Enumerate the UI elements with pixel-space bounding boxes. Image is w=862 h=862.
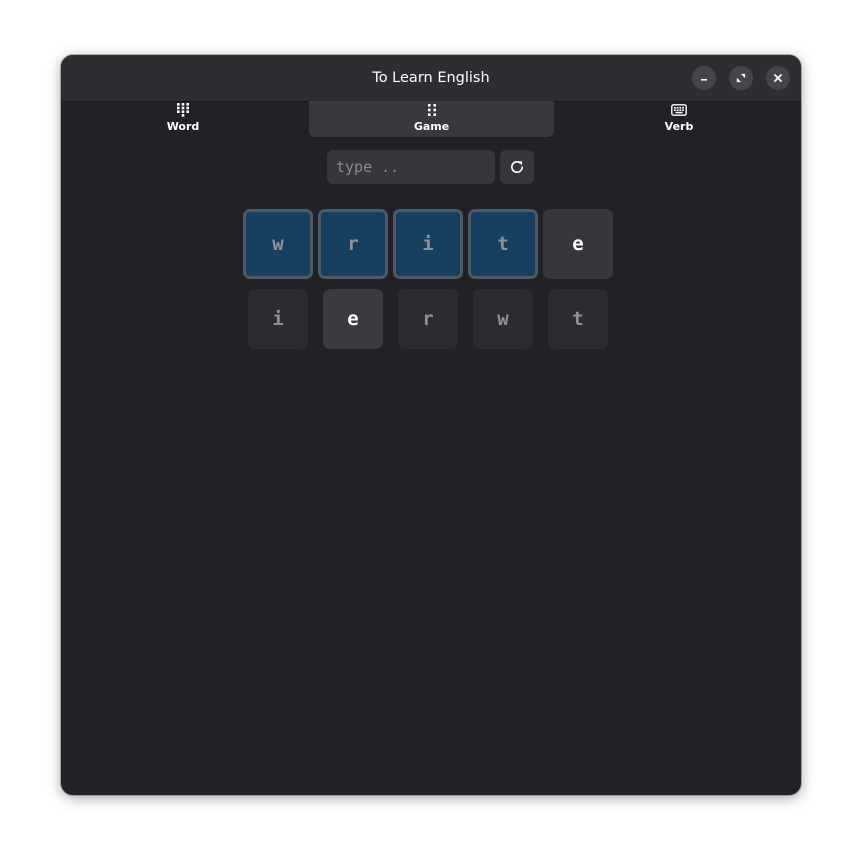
header-bar: To Learn English (61, 55, 801, 102)
letter-tile[interactable]: r (398, 289, 458, 349)
window-title: To Learn English (372, 70, 490, 86)
close-icon (774, 74, 782, 82)
answer-slot-next: e (543, 209, 613, 279)
letter-tile[interactable]: i (248, 289, 308, 349)
answer-slot: r (318, 209, 388, 279)
tab-word[interactable]: Word (121, 101, 245, 137)
answer-input[interactable] (327, 150, 495, 184)
app-window: To Learn English Word Game Verb type .. … (61, 55, 801, 795)
grip-icon (427, 103, 436, 117)
maximize-icon (736, 73, 746, 83)
minimize-button[interactable] (692, 66, 716, 90)
tab-game[interactable]: Game (309, 101, 554, 137)
letter-tile[interactable]: w (473, 289, 533, 349)
answer-slot: w (243, 209, 313, 279)
tab-game-label: Game (413, 120, 450, 133)
letter-tile-active[interactable]: e (323, 289, 383, 349)
answer-slot: i (393, 209, 463, 279)
tab-verb-label: Verb (664, 120, 694, 133)
letter-tile[interactable]: t (548, 289, 608, 349)
minimize-icon (701, 79, 707, 81)
dialpad-icon (177, 103, 189, 117)
view-switcher: Word Game Verb (61, 101, 801, 139)
tab-verb[interactable]: Verb (617, 101, 741, 137)
close-button[interactable] (766, 66, 790, 90)
answer-slot: t (468, 209, 538, 279)
refresh-button[interactable] (500, 150, 534, 184)
maximize-button[interactable] (729, 66, 753, 90)
tab-word-label: Word (166, 120, 200, 133)
refresh-icon (511, 161, 524, 173)
keyboard-icon (671, 103, 687, 117)
